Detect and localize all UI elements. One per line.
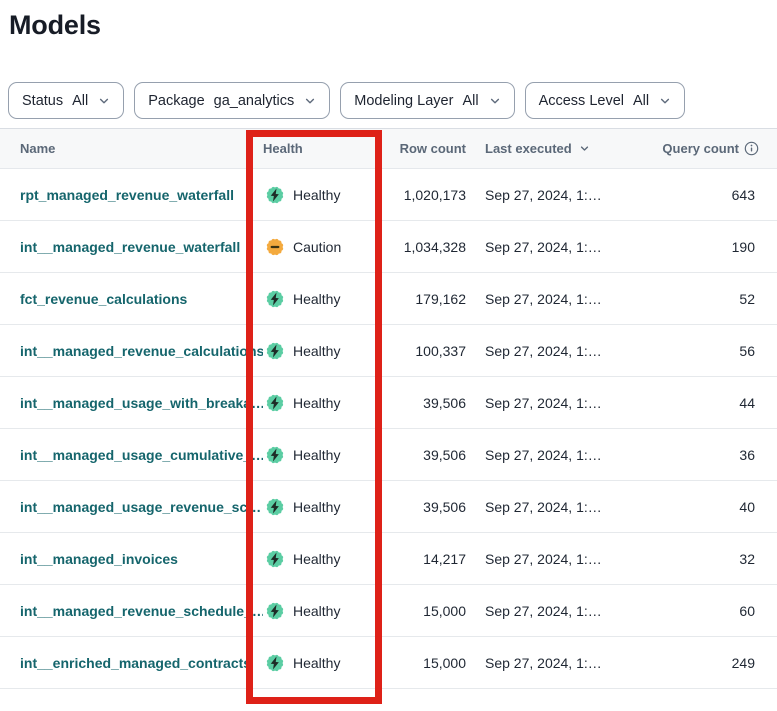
models-table: Name Health Row count Last executed Quer…: [0, 128, 777, 689]
row-count-cell: 179,162: [390, 291, 466, 307]
row-count-cell: 15,000: [390, 655, 466, 671]
filter-label: Access Level: [539, 93, 624, 109]
health-badge: [265, 601, 285, 621]
last-executed-cell: Sep 27, 2024, 1:…: [466, 603, 646, 619]
last-executed-cell: Sep 27, 2024, 1:…: [466, 447, 646, 463]
filter-pill[interactable]: Access Level All: [525, 82, 686, 119]
header-last-executed[interactable]: Last executed: [466, 141, 646, 156]
row-count-cell: 1,034,328: [390, 239, 466, 255]
info-icon[interactable]: [744, 141, 759, 156]
health-badge: [265, 445, 285, 465]
query-count-cell: 56: [646, 343, 777, 359]
last-executed-cell: Sep 27, 2024, 1:…: [466, 343, 646, 359]
table-body: rpt_managed_revenue_waterfall Healthy 1,…: [0, 169, 777, 689]
health-badge: [265, 653, 285, 673]
filter-label: Modeling Layer: [354, 93, 453, 109]
health-label: Healthy: [293, 551, 340, 567]
filter-value: All: [72, 93, 88, 109]
filter-value: All: [462, 93, 478, 109]
filter-pill[interactable]: Status All: [8, 82, 124, 119]
last-executed-cell: Sep 27, 2024, 1:…: [466, 187, 646, 203]
table-row: int__managed_revenue_waterfall Caution 1…: [0, 221, 777, 273]
filter-pill[interactable]: Modeling Layer All: [340, 82, 514, 119]
last-executed-cell: Sep 27, 2024, 1:…: [466, 291, 646, 307]
filter-bar: Status All Package ga_analytics Modeling…: [8, 82, 777, 119]
query-count-cell: 52: [646, 291, 777, 307]
chevron-down-icon: [304, 95, 316, 107]
row-count-cell: 14,217: [390, 551, 466, 567]
health-label: Healthy: [293, 603, 340, 619]
model-link[interactable]: int__managed_usage_cumulative_…: [20, 447, 263, 463]
row-count-cell: 39,506: [390, 499, 466, 515]
query-count-cell: 249: [646, 655, 777, 671]
query-count-cell: 643: [646, 187, 777, 203]
model-link[interactable]: rpt_managed_revenue_waterfall: [20, 187, 234, 203]
health-badge: [265, 549, 285, 569]
table-row: int__managed_invoices Healthy 14,217 Sep…: [0, 533, 777, 585]
model-link[interactable]: int__managed_revenue_schedule_…: [20, 603, 263, 619]
table-row: int__managed_usage_with_breaka… Healthy …: [0, 377, 777, 429]
query-count-cell: 60: [646, 603, 777, 619]
last-executed-cell: Sep 27, 2024, 1:…: [466, 239, 646, 255]
table-row: rpt_managed_revenue_waterfall Healthy 1,…: [0, 169, 777, 221]
chevron-down-icon: [489, 95, 501, 107]
filter-value: ga_analytics: [214, 93, 295, 109]
health-badge: [265, 289, 285, 309]
header-row-count: Row count: [390, 141, 466, 156]
row-count-cell: 39,506: [390, 395, 466, 411]
health-badge: [265, 237, 285, 257]
filter-pill[interactable]: Package ga_analytics: [134, 82, 330, 119]
last-executed-cell: Sep 27, 2024, 1:…: [466, 395, 646, 411]
health-label: Caution: [293, 239, 341, 255]
model-link[interactable]: fct_revenue_calculations: [20, 291, 187, 307]
query-count-cell: 190: [646, 239, 777, 255]
model-link[interactable]: int__managed_usage_with_breaka…: [20, 395, 263, 411]
header-health: Health: [263, 141, 390, 156]
header-name: Name: [0, 141, 263, 156]
model-link[interactable]: int__managed_usage_revenue_sc…: [20, 499, 261, 515]
table-row: int__managed_revenue_schedule_… Healthy …: [0, 585, 777, 637]
header-query-count: Query count: [646, 141, 777, 156]
model-link[interactable]: int__enriched_managed_contracts: [20, 655, 251, 671]
health-label: Healthy: [293, 447, 340, 463]
health-badge: [265, 185, 285, 205]
last-executed-cell: Sep 27, 2024, 1:…: [466, 551, 646, 567]
row-count-cell: 1,020,173: [390, 187, 466, 203]
health-label: Healthy: [293, 499, 340, 515]
model-link[interactable]: int__managed_revenue_waterfall: [20, 239, 240, 255]
model-link[interactable]: int__managed_revenue_calculations: [20, 343, 263, 359]
query-count-cell: 44: [646, 395, 777, 411]
health-badge: [265, 341, 285, 361]
table-row: int__managed_revenue_calculations Health…: [0, 325, 777, 377]
minus-icon: [271, 245, 280, 247]
table-row: int__enriched_managed_contracts Healthy …: [0, 637, 777, 689]
query-count-cell: 36: [646, 447, 777, 463]
row-count-cell: 100,337: [390, 343, 466, 359]
query-count-cell: 40: [646, 499, 777, 515]
last-executed-cell: Sep 27, 2024, 1:…: [466, 499, 646, 515]
table-row: fct_revenue_calculations Healthy 179,162…: [0, 273, 777, 325]
row-count-cell: 15,000: [390, 603, 466, 619]
row-count-cell: 39,506: [390, 447, 466, 463]
chevron-down-icon: [98, 95, 110, 107]
model-link[interactable]: int__managed_invoices: [20, 551, 178, 567]
filter-label: Package: [148, 93, 204, 109]
health-badge: [265, 497, 285, 517]
table-header: Name Health Row count Last executed Quer…: [0, 128, 777, 169]
filter-value: All: [633, 93, 649, 109]
page-title: Models: [9, 8, 777, 42]
table-row: int__managed_usage_revenue_sc… Healthy 3…: [0, 481, 777, 533]
query-count-cell: 32: [646, 551, 777, 567]
health-label: Healthy: [293, 343, 340, 359]
filter-label: Status: [22, 93, 63, 109]
health-label: Healthy: [293, 291, 340, 307]
health-label: Healthy: [293, 395, 340, 411]
health-label: Healthy: [293, 187, 340, 203]
sort-chevron-down-icon: [579, 143, 590, 154]
last-executed-cell: Sep 27, 2024, 1:…: [466, 655, 646, 671]
table-row: int__managed_usage_cumulative_… Healthy …: [0, 429, 777, 481]
health-badge: [265, 393, 285, 413]
chevron-down-icon: [659, 95, 671, 107]
health-label: Healthy: [293, 655, 340, 671]
